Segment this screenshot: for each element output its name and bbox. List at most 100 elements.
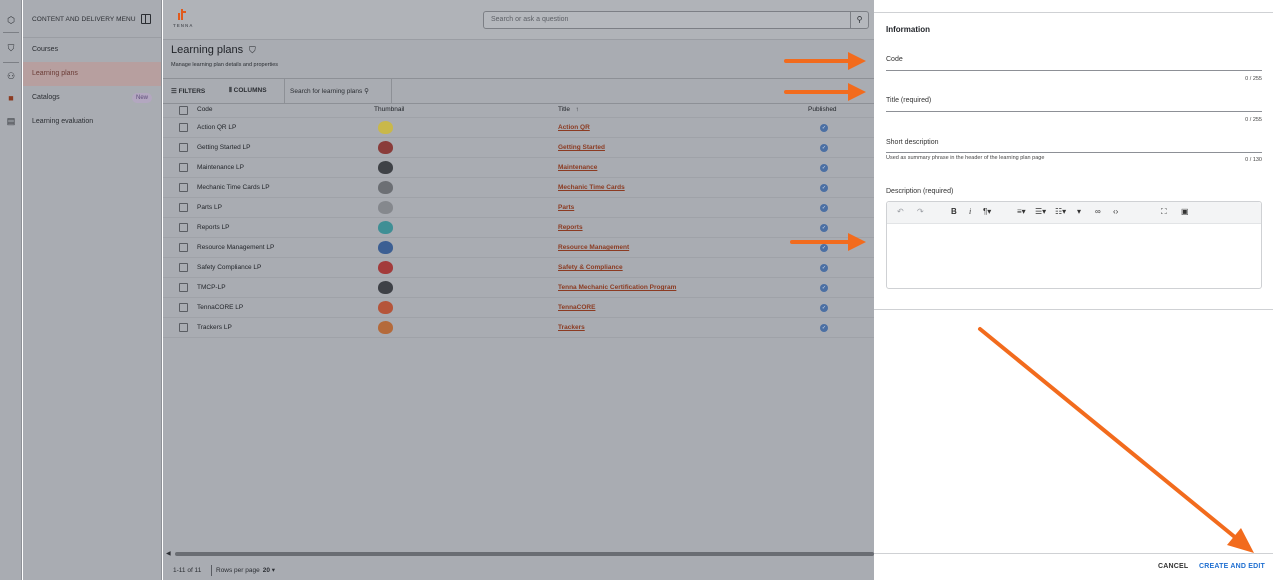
- column-header-published[interactable]: Published: [808, 106, 837, 113]
- tag-icon[interactable]: ⛉: [249, 45, 256, 56]
- align-icon[interactable]: ≡▾: [1017, 207, 1026, 216]
- menu-item-catalogs[interactable]: Catalogs New: [23, 86, 161, 110]
- row-title-link[interactable]: Parts: [558, 204, 574, 211]
- row-code: Parts LP: [197, 204, 222, 211]
- row-checkbox[interactable]: [179, 203, 188, 212]
- row-checkbox[interactable]: [179, 263, 188, 272]
- panel-divider: [874, 12, 1273, 13]
- scroll-left-icon[interactable]: ◀: [166, 550, 171, 557]
- row-checkbox[interactable]: [179, 163, 188, 172]
- row-code: Resource Management LP: [197, 244, 275, 251]
- row-title-link[interactable]: Safety & Compliance: [558, 264, 623, 271]
- row-title-link[interactable]: Tenna Mechanic Certification Program: [558, 284, 676, 291]
- menu-item-courses[interactable]: Courses: [23, 38, 161, 62]
- row-code: Mechanic Time Cards LP: [197, 184, 270, 191]
- undo-icon[interactable]: ↶: [897, 207, 904, 216]
- row-checkbox[interactable]: [179, 243, 188, 252]
- panel-footer-divider: [874, 553, 1273, 554]
- row-title-link[interactable]: Mechanic Time Cards: [558, 184, 625, 191]
- shield-icon[interactable]: ⛉: [5, 42, 17, 54]
- horizontal-scrollbar[interactable]: ◀: [163, 550, 874, 558]
- description-editor[interactable]: ↶ ↷ B i ¶▾ ≡▾ ☰▾ ☷▾ ▾ ∞ ‹› ⛶ ▣: [886, 201, 1262, 289]
- title-field[interactable]: [886, 111, 1262, 112]
- collapse-menu-icon[interactable]: [141, 14, 151, 24]
- menu-item-learning-evaluation[interactable]: Learning evaluation: [23, 110, 161, 134]
- table-row[interactable]: Safety Compliance LP Safety & Compliance ✓: [163, 258, 874, 278]
- row-title-link[interactable]: Getting Started: [558, 144, 605, 151]
- table-row[interactable]: Reports LP Reports ✓: [163, 218, 874, 238]
- row-title-link[interactable]: Action QR: [558, 124, 590, 131]
- code-field[interactable]: [886, 70, 1262, 71]
- users-icon[interactable]: ⚇: [5, 70, 17, 82]
- logo-text: TENNA: [173, 23, 194, 28]
- global-search-input[interactable]: Search or ask a question ⚲: [483, 11, 869, 29]
- cancel-button[interactable]: CANCEL: [1158, 563, 1188, 570]
- row-title-link[interactable]: TennaCORE: [558, 304, 595, 311]
- pagination-range: 1-11 of 11: [173, 567, 202, 574]
- table-row[interactable]: Getting Started LP Getting Started ✓: [163, 138, 874, 158]
- table-row[interactable]: Resource Management LP Resource Managemen…: [163, 238, 874, 258]
- table-search-placeholder-text: Search for learning plans: [290, 88, 363, 95]
- rows-per-page-label: Rows per page: [216, 567, 260, 574]
- row-checkbox[interactable]: [179, 183, 188, 192]
- row-title-link[interactable]: Maintenance: [558, 164, 597, 171]
- select-all-checkbox[interactable]: [179, 106, 188, 115]
- row-title-link[interactable]: Reports: [558, 224, 583, 231]
- row-checkbox[interactable]: [179, 223, 188, 232]
- table-search-input[interactable]: Search for learning plans ⚲: [284, 79, 392, 104]
- table-row[interactable]: Maintenance LP Maintenance ✓: [163, 158, 874, 178]
- bullet-list-icon[interactable]: ☷▾: [1055, 207, 1066, 216]
- create-and-edit-button[interactable]: CREATE AND EDIT: [1199, 563, 1265, 570]
- filters-button[interactable]: ☰ FILTERS: [171, 87, 205, 95]
- row-checkbox[interactable]: [179, 143, 188, 152]
- numbered-list-icon[interactable]: ☰▾: [1035, 207, 1046, 216]
- columns-button[interactable]: ⦀ COLUMNS: [229, 87, 267, 95]
- link-icon[interactable]: ∞: [1095, 207, 1101, 216]
- table-row[interactable]: Trackers LP Trackers ✓: [163, 318, 874, 338]
- table-row[interactable]: TMCP-LP Tenna Mechanic Certification Prog…: [163, 278, 874, 298]
- menu-item-learning-plans[interactable]: Learning plans: [23, 62, 161, 86]
- page-subtitle: Manage learning plan details and propert…: [171, 62, 279, 68]
- bold-icon[interactable]: B: [951, 207, 957, 216]
- column-header-title[interactable]: Title ↑: [558, 106, 579, 113]
- table-header-row: Code Thumbnail Title ↑ Published: [163, 104, 874, 118]
- thumbnail-image: [378, 301, 393, 314]
- tenna-logo[interactable]: TENNA: [173, 9, 203, 31]
- cube-icon[interactable]: ⬡: [5, 14, 17, 26]
- thumbnail-image: [378, 181, 393, 194]
- folder-icon[interactable]: ■: [5, 92, 17, 104]
- table-row[interactable]: TennaCORE LP TennaCORE ✓: [163, 298, 874, 318]
- rail-divider: [3, 62, 19, 63]
- column-header-code[interactable]: Code: [197, 106, 213, 113]
- report-icon[interactable]: ▤: [5, 115, 17, 127]
- row-title-link[interactable]: Trackers: [558, 324, 585, 331]
- row-checkbox[interactable]: [179, 303, 188, 312]
- scrollbar-thumb[interactable]: [175, 552, 874, 556]
- row-checkbox[interactable]: [179, 283, 188, 292]
- row-title-link[interactable]: Resource Management: [558, 244, 629, 251]
- more-options-icon[interactable]: ▾: [1077, 207, 1081, 216]
- thumbnail-image: [378, 321, 393, 334]
- published-check-icon: ✓: [820, 224, 828, 232]
- search-icon[interactable]: ⚲: [850, 12, 868, 28]
- image-icon[interactable]: ▣: [1181, 207, 1189, 216]
- title-field-label: Title (required): [886, 97, 932, 104]
- table-row[interactable]: Action QR LP Action QR ✓: [163, 118, 874, 138]
- short-description-field[interactable]: [886, 152, 1262, 153]
- icon-rail: ⬡ ⛉ ⚇ ■ ▤: [0, 0, 22, 580]
- top-bar: TENNA Search or ask a question ⚲: [163, 0, 874, 40]
- fullscreen-icon[interactable]: ⛶: [1161, 207, 1167, 217]
- published-check-icon: ✓: [820, 164, 828, 172]
- redo-icon[interactable]: ↷: [917, 207, 924, 216]
- table-row[interactable]: Parts LP Parts ✓: [163, 198, 874, 218]
- italic-icon[interactable]: i: [969, 207, 971, 216]
- row-checkbox[interactable]: [179, 123, 188, 132]
- rows-per-page-select[interactable]: Rows per page 20 ▾: [211, 565, 275, 576]
- paragraph-icon[interactable]: ¶▾: [983, 207, 991, 216]
- published-check-icon: ✓: [820, 264, 828, 272]
- table-row[interactable]: Mechanic Time Cards LP Mechanic Time Card…: [163, 178, 874, 198]
- row-checkbox[interactable]: [179, 323, 188, 332]
- information-heading: Information: [886, 25, 930, 34]
- code-icon[interactable]: ‹›: [1113, 207, 1118, 216]
- rows-per-page-value: 20: [262, 567, 270, 574]
